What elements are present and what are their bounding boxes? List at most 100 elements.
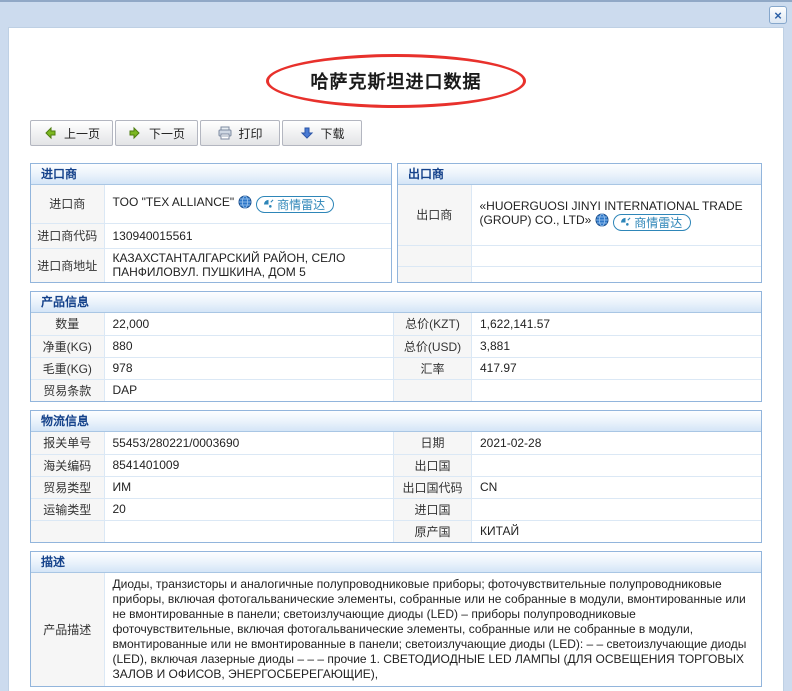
field-label: 原产国 (393, 519, 472, 542)
import-record-dialog: { "window": { "close_glyph": "×" }, "tit… (0, 0, 792, 691)
exporter-table: 出口商 «HUOERGUOSI JINYI INTERNATIONAL TRAD… (398, 185, 761, 282)
field-value: 2021-02-28 (471, 432, 761, 455)
exporter-section-header: 出口商 (398, 164, 761, 185)
field-label: 汇率 (393, 356, 472, 380)
globe-icon[interactable] (595, 213, 609, 227)
product-info-section: 产品信息 数量 22,000 总价(KZT) 1,622,141.57 净重(K… (30, 291, 762, 402)
field-label: 产品描述 (31, 573, 105, 686)
table-row (398, 265, 761, 282)
dialog-panel: 哈萨克斯坦进口数据 上一页 下一页 打印 下载 进口商 进口商 TOO "TEX… (8, 27, 784, 691)
next-page-label: 下一页 (149, 126, 186, 141)
table-row: 毛重(KG) 978 汇率 417.97 (31, 356, 761, 380)
printer-icon (218, 126, 232, 140)
field-value: 22,000 (103, 313, 394, 336)
description-header: 描述 (31, 552, 761, 573)
field-value: 880 (103, 334, 394, 358)
field-value (470, 265, 761, 282)
field-label: 数量 (31, 313, 105, 336)
table-row: 报关单号 55453/280221/0003690 日期 2021-02-28 (31, 432, 761, 455)
radar-icon (264, 199, 274, 208)
field-value: 20 (103, 497, 394, 521)
prev-page-button[interactable]: 上一页 (30, 120, 114, 146)
product-description-value: Диоды, транзисторы и аналогичные полупро… (103, 573, 761, 686)
logistics-info-header: 物流信息 (31, 411, 761, 432)
field-label: 日期 (393, 432, 472, 455)
field-value: 417.97 (471, 356, 761, 380)
table-row: 贸易条款 DAP (31, 378, 761, 401)
field-value: 130940015561 (103, 222, 391, 249)
download-label: 下载 (320, 126, 345, 141)
product-info-header: 产品信息 (31, 292, 761, 313)
importer-table: 进口商 TOO "TEX ALLIANCE" 商情雷达 进口商代码 1309400… (31, 185, 391, 282)
table-row: 海关编码 8541401009 出口国 (31, 453, 761, 477)
field-value: ИМ (103, 475, 394, 499)
field-label: 总价(KZT) (393, 313, 472, 336)
field-value: 8541401009 (103, 453, 394, 477)
field-label: 进口国 (393, 497, 472, 521)
table-row: 贸易类型 ИМ 出口国代码 CN (31, 475, 761, 499)
exporter-section: 出口商 出口商 «HUOERGUOSI JINYI INTERNATIONAL … (397, 163, 762, 283)
field-label: 出口国代码 (393, 475, 472, 499)
close-icon: × (774, 7, 782, 23)
field-value: TOO "TEX ALLIANCE" 商情雷达 (103, 185, 391, 224)
field-label: 毛重(KG) (31, 356, 105, 380)
field-label: 运输类型 (31, 497, 105, 521)
description-section: 描述 产品描述 Диоды, транзисторы и аналогичные… (30, 551, 762, 687)
parties-row: 进口商 进口商 TOO "TEX ALLIANCE" 商情雷达 进口商代码 130… (30, 163, 762, 283)
field-label: 贸易条款 (31, 378, 105, 401)
field-label: 贸易类型 (31, 475, 105, 499)
description-table: 产品描述 Диоды, транзисторы и аналогичные по… (31, 573, 761, 686)
close-button[interactable]: × (769, 6, 787, 24)
importer-name: TOO "TEX ALLIANCE" (112, 194, 235, 209)
arrow-right-icon (128, 126, 142, 140)
field-value: «HUOERGUOSI JINYI INTERNATIONAL TRADE (G… (470, 185, 761, 246)
field-value: 3,881 (471, 334, 761, 358)
logistics-info-section: 物流信息 报关单号 55453/280221/0003690 日期 2021-0… (30, 410, 762, 543)
field-label: 进口商 (31, 185, 105, 224)
field-value (471, 497, 761, 521)
arrow-left-icon (43, 126, 57, 140)
field-value (471, 378, 761, 401)
table-row: 出口商 «HUOERGUOSI JINYI INTERNATIONAL TRAD… (398, 185, 761, 246)
product-info-table: 数量 22,000 总价(KZT) 1,622,141.57 净重(KG) 88… (31, 313, 761, 401)
field-value (470, 244, 761, 267)
field-value: CN (471, 475, 761, 499)
field-label (398, 265, 472, 282)
logistics-info-table: 报关单号 55453/280221/0003690 日期 2021-02-28 … (31, 432, 761, 542)
business-radar-label: 商情雷达 (634, 215, 683, 230)
field-label: 报关单号 (31, 432, 105, 455)
field-value: КИТАЙ (471, 519, 761, 542)
business-radar-badge[interactable]: 商情雷达 (613, 214, 692, 231)
field-label (393, 378, 472, 401)
field-label: 进口商地址 (31, 247, 105, 282)
field-label: 出口商 (398, 185, 472, 246)
table-row: 数量 22,000 总价(KZT) 1,622,141.57 (31, 313, 761, 336)
field-label: 总价(USD) (393, 334, 472, 358)
business-radar-label: 商情雷达 (277, 197, 326, 212)
table-row (398, 244, 761, 267)
prev-page-label: 上一页 (64, 126, 101, 141)
field-value: 978 (103, 356, 394, 380)
importer-section: 进口商 进口商 TOO "TEX ALLIANCE" 商情雷达 进口商代码 130… (30, 163, 392, 283)
radar-icon (621, 217, 631, 226)
field-label: 净重(KG) (31, 334, 105, 358)
globe-icon[interactable] (238, 195, 252, 209)
business-radar-badge[interactable]: 商情雷达 (256, 196, 335, 213)
title-area: 哈萨克斯坦进口数据 (9, 28, 783, 120)
dialog-titlebar: × (0, 0, 792, 27)
field-value: КАЗАХСТАНТАЛГАРСКИЙ РАЙОН, СЕЛО ПАНФИЛОВ… (103, 247, 391, 282)
table-row: 进口商地址 КАЗАХСТАНТАЛГАРСКИЙ РАЙОН, СЕЛО ПА… (31, 247, 391, 282)
field-value: 1,622,141.57 (471, 313, 761, 336)
field-label (31, 519, 105, 542)
table-row: 运输类型 20 进口国 (31, 497, 761, 521)
table-row: 进口商 TOO "TEX ALLIANCE" 商情雷达 (31, 185, 391, 224)
print-button[interactable]: 打印 (200, 120, 281, 146)
field-label: 进口商代码 (31, 222, 105, 249)
table-row: 原产国 КИТАЙ (31, 519, 761, 542)
download-button[interactable]: 下载 (282, 120, 363, 146)
field-value: 55453/280221/0003690 (103, 432, 394, 455)
field-label (398, 244, 472, 267)
importer-section-header: 进口商 (31, 164, 391, 185)
field-value (103, 519, 394, 542)
next-page-button[interactable]: 下一页 (115, 120, 199, 146)
